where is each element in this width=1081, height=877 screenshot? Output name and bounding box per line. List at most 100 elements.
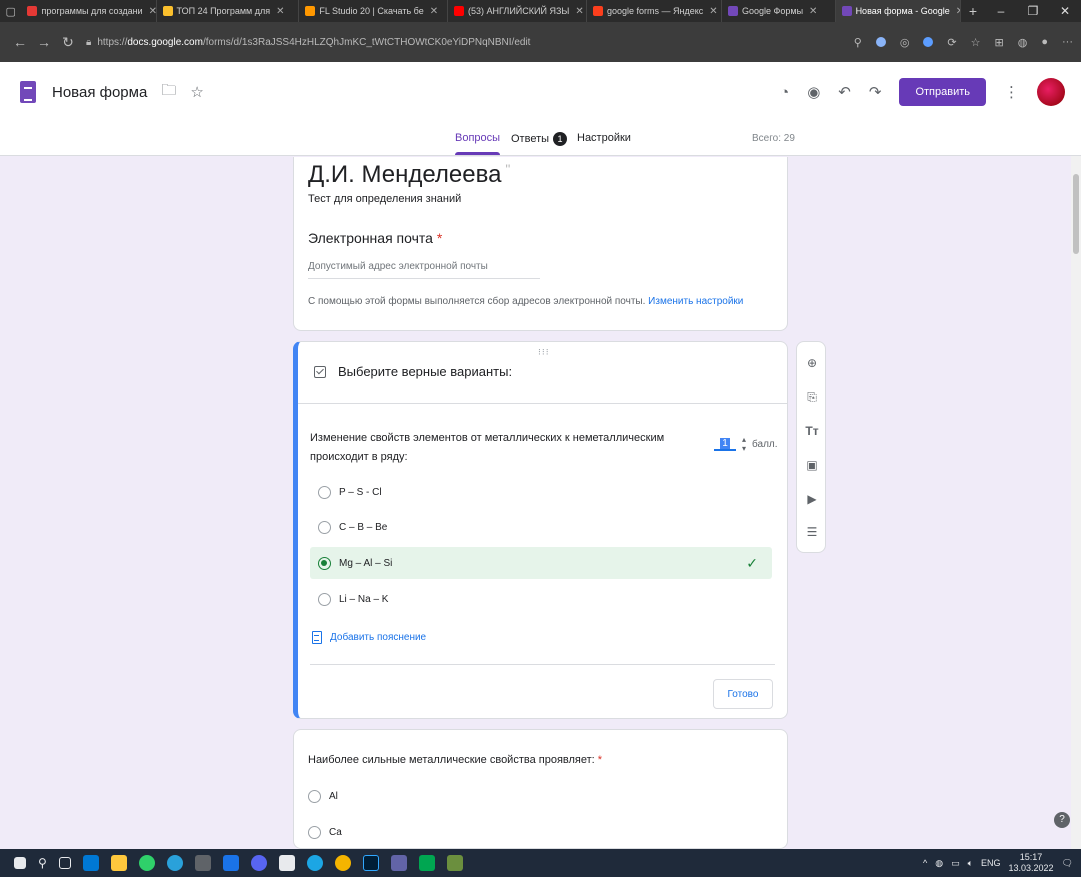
volume-icon[interactable]: 🔈︎: [968, 858, 973, 869]
undo-icon[interactable]: ↶: [838, 83, 851, 101]
favorites-icon[interactable]: ☆: [971, 36, 981, 49]
calculator-icon[interactable]: [194, 855, 211, 871]
change-settings-link[interactable]: Изменить настройки: [648, 296, 743, 307]
question-text[interactable]: Наиболее сильные металлические свойства …: [308, 754, 602, 766]
chrome-icon[interactable]: [334, 855, 351, 871]
add-explanation-link[interactable]: Добавить пояснение: [312, 631, 426, 644]
reader-icon[interactable]: ⚲: [854, 36, 862, 49]
radio-icon[interactable]: [308, 826, 321, 839]
reload-icon[interactable]: ↻: [56, 34, 80, 51]
scrollbar-thumb[interactable]: [1073, 174, 1079, 254]
forward-icon[interactable]: →: [32, 34, 56, 50]
collections-icon[interactable]: ⊞: [995, 36, 1004, 49]
add-image-icon[interactable]: ▣: [797, 458, 827, 478]
extension-icon[interactable]: ⟳: [947, 36, 956, 49]
search-icon[interactable]: ⚲: [38, 856, 47, 870]
extension-icon[interactable]: ◍: [1018, 36, 1028, 49]
star-icon[interactable]: ☆: [190, 83, 203, 101]
add-title-icon[interactable]: Tт: [797, 424, 827, 444]
extension-icon[interactable]: ◎: [900, 36, 910, 49]
photoshop-icon[interactable]: [362, 855, 379, 871]
add-section-icon[interactable]: ☰: [797, 525, 827, 545]
minimize-icon[interactable]: –: [985, 4, 1017, 18]
answer-option[interactable]: Li – Na – K: [310, 583, 772, 615]
question-type-selector[interactable]: Выберите верные варианты:: [314, 364, 512, 379]
answer-option-correct[interactable]: Mg – Al – Si ✓: [310, 547, 772, 579]
form-header-card[interactable]: Д.И. Менделеева " Тест для определения з…: [293, 157, 788, 331]
folder-icon[interactable]: 🗀︎: [161, 80, 176, 105]
form-description[interactable]: Тест для определения знаний: [308, 193, 461, 205]
stepper-arrows-icon[interactable]: ▴ ▾: [742, 435, 746, 453]
avatar[interactable]: [1037, 78, 1065, 106]
question-card[interactable]: Наиболее сильные металлические свойства …: [293, 729, 788, 849]
google-forms-logo-icon[interactable]: [20, 81, 36, 103]
window-menu-icon[interactable]: ▢: [0, 0, 21, 22]
network-icon[interactable]: ◍: [935, 858, 943, 869]
browser-tab[interactable]: Google Формы ✕: [722, 0, 836, 22]
add-question-icon[interactable]: ⊕: [797, 356, 827, 376]
points-input[interactable]: 1: [714, 437, 736, 451]
app-icon[interactable]: [418, 855, 435, 871]
question-card-active[interactable]: ⁝⁝⁝ Выберите верные варианты: Изменение …: [293, 341, 788, 719]
preview-eye-icon[interactable]: ◉: [807, 83, 820, 101]
folder-icon[interactable]: [110, 855, 127, 871]
browser-tab[interactable]: google forms — Яндекс ✕: [587, 0, 723, 22]
browser-tab-active[interactable]: Новая форма - Google✕: [835, 0, 961, 22]
app-icon[interactable]: [82, 855, 99, 871]
new-tab-icon[interactable]: +: [961, 3, 985, 19]
discord-icon[interactable]: [250, 855, 267, 871]
edge-icon[interactable]: [306, 855, 323, 871]
tab-answers[interactable]: Ответы 1: [511, 132, 568, 146]
browser-tab[interactable]: (53) АНГЛИЙСКИЙ ЯЗЫ ✕: [448, 0, 587, 22]
answer-option[interactable]: C – B – Be: [310, 511, 772, 543]
chevron-up-icon[interactable]: ^: [923, 858, 927, 868]
app-icon[interactable]: [390, 855, 407, 871]
tab-close-icon[interactable]: ✕: [276, 6, 284, 17]
done-button[interactable]: Готово: [713, 679, 773, 709]
browser-tab[interactable]: программы для создани ✕: [21, 0, 157, 22]
windows-start-icon[interactable]: [14, 857, 26, 869]
add-video-icon[interactable]: ▶: [797, 492, 827, 512]
app-icon[interactable]: [138, 855, 155, 871]
more-icon[interactable]: ···: [1062, 36, 1073, 48]
tab-close-icon[interactable]: ✕: [430, 6, 438, 17]
answer-option[interactable]: Al: [308, 790, 338, 803]
radio-icon[interactable]: [318, 592, 331, 606]
app-icon[interactable]: [278, 855, 295, 871]
minecraft-icon[interactable]: [446, 855, 463, 871]
profile-icon[interactable]: ●: [1041, 36, 1048, 48]
tab-close-icon[interactable]: ✕: [575, 6, 583, 17]
tab-close-icon[interactable]: ✕: [709, 6, 717, 17]
more-vert-icon[interactable]: ⋮: [1004, 83, 1019, 101]
back-icon[interactable]: ←: [8, 34, 32, 50]
extension-icon[interactable]: [923, 37, 934, 47]
form-heading[interactable]: Д.И. Менделеева ": [308, 161, 510, 189]
answer-option[interactable]: Ca: [308, 826, 342, 839]
close-window-icon[interactable]: ✕: [1049, 4, 1081, 18]
battery-icon[interactable]: ▭: [951, 858, 960, 869]
import-questions-icon[interactable]: ⎘: [797, 390, 827, 410]
browser-tab[interactable]: ТОП 24 Программ для ✕: [157, 0, 300, 22]
redo-icon[interactable]: ↷: [869, 83, 882, 101]
restore-icon[interactable]: ❐: [1017, 4, 1049, 18]
browser-tab[interactable]: FL Studio 20 | Скачать бе ✕: [299, 0, 449, 22]
app-icon[interactable]: [222, 855, 239, 871]
points-stepper[interactable]: 1 ▴ ▾ балл.: [714, 435, 778, 453]
notifications-icon[interactable]: 🗨︎: [1062, 858, 1073, 869]
question-text[interactable]: Изменение свойств элементов от металличе…: [310, 429, 690, 467]
tab-close-icon[interactable]: ✕: [809, 6, 817, 17]
email-field[interactable]: Допустимый адрес электронной почты: [308, 261, 540, 279]
radio-icon[interactable]: [308, 790, 321, 803]
send-button[interactable]: Отправить: [899, 78, 986, 106]
answer-option[interactable]: P – S - Cl: [310, 476, 772, 508]
telegram-icon[interactable]: [166, 855, 183, 871]
palette-icon[interactable]: ◔: [780, 84, 789, 101]
radio-icon[interactable]: [318, 520, 331, 534]
help-icon[interactable]: ?: [1054, 812, 1070, 828]
task-view-icon[interactable]: [58, 857, 71, 869]
tab-questions[interactable]: Вопросы: [455, 132, 501, 155]
extension-icon[interactable]: [875, 37, 886, 47]
drag-handle-icon[interactable]: ⁝⁝⁝: [538, 347, 550, 358]
form-title[interactable]: Новая форма: [52, 84, 147, 101]
radio-checked-icon[interactable]: [318, 556, 331, 570]
